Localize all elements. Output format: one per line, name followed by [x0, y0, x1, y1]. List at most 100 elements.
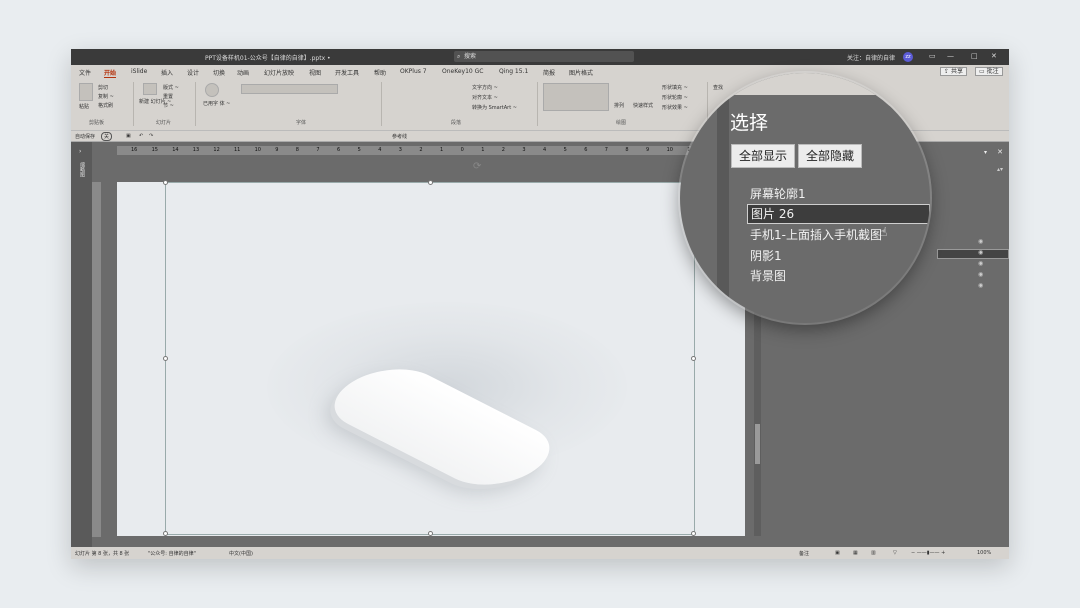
reset-button[interactable]: 重置: [163, 93, 173, 100]
hand-cursor-icon: ☝: [880, 225, 888, 239]
comment-button[interactable]: ▭ 批注: [975, 67, 1003, 76]
visibility-eye-icon[interactable]: ◉: [978, 238, 983, 245]
smartart-button[interactable]: 转换为 SmartArt ~: [472, 104, 517, 111]
tab-help[interactable]: 帮助: [374, 68, 386, 77]
rotate-handle-icon[interactable]: ⟳: [473, 161, 481, 172]
visibility-eye-icon[interactable]: ◉: [978, 249, 983, 256]
tab-view[interactable]: 视图: [309, 68, 321, 77]
guides-checkbox[interactable]: 参考线: [392, 133, 407, 140]
slideshow-icon[interactable]: ▽: [893, 550, 897, 556]
layout-button[interactable]: 版式 ~: [163, 84, 179, 91]
tab-picture-format[interactable]: 图片格式: [569, 68, 593, 77]
resize-handle[interactable]: [691, 356, 696, 361]
format-painter-button[interactable]: 格式刷: [98, 102, 113, 109]
search-box[interactable]: ⌕ 搜索: [454, 51, 634, 62]
minimize-button[interactable]: —: [947, 52, 954, 60]
zoom-level[interactable]: 100%: [977, 550, 991, 556]
show-all-button[interactable]: 全部显示: [731, 144, 796, 168]
tab-briefing[interactable]: 简报: [543, 68, 555, 77]
magnified-ribbon: [680, 73, 930, 95]
resize-handle[interactable]: [163, 356, 168, 361]
align-text-button[interactable]: 对齐文本 ~: [472, 94, 498, 101]
resize-handle[interactable]: [163, 180, 168, 185]
font-format-buttons[interactable]: [241, 100, 338, 108]
font-reuse-icon[interactable]: [205, 83, 219, 97]
resize-handle[interactable]: [691, 531, 696, 536]
undo-icon[interactable]: ↶: [139, 133, 143, 139]
tab-file[interactable]: 文件: [79, 68, 91, 77]
ribbon-display-icon[interactable]: ▭: [929, 52, 936, 60]
font-reuse-button[interactable]: 已用字 体 ~: [203, 100, 230, 107]
reorder-arrows-icon[interactable]: ▴▾: [997, 166, 1003, 173]
ruler-mark: 7: [316, 147, 320, 153]
visibility-eye-icon[interactable]: ◉: [978, 260, 983, 267]
visibility-eye-icon[interactable]: ◉: [978, 271, 983, 278]
ruler-mark: 5: [563, 147, 567, 153]
tab-slideshow[interactable]: 幻灯片放映: [264, 68, 294, 77]
ruler-mark: 14: [172, 147, 179, 153]
selection-item-selected[interactable]: 图片 26: [747, 204, 930, 224]
resize-handle[interactable]: [428, 531, 433, 536]
divider: [195, 82, 196, 126]
new-slide-icon[interactable]: [143, 83, 157, 95]
autosave-toggle[interactable]: 关: [101, 132, 113, 141]
selection-item[interactable]: 背景图: [750, 267, 786, 284]
tab-animations[interactable]: 动画: [237, 68, 249, 77]
paste-icon[interactable]: [79, 83, 93, 101]
hide-all-button[interactable]: 全部隐藏: [798, 144, 863, 168]
ruler-mark: 9: [646, 147, 650, 153]
shapes-gallery[interactable]: [543, 83, 609, 111]
tab-islide[interactable]: iSlide: [131, 68, 147, 75]
tab-onekey[interactable]: OneKey10 GC: [442, 68, 483, 75]
comment-icon: ▭: [979, 68, 985, 75]
text-direction-button[interactable]: 文字方向 ~: [472, 84, 498, 91]
slide-canvas[interactable]: ⟳: [117, 161, 745, 536]
selected-row-highlight: [937, 249, 1009, 259]
drawing-group-label: 绘图: [616, 120, 627, 126]
font-name-select[interactable]: [241, 84, 338, 94]
expand-thumbnails-icon[interactable]: ›: [79, 148, 81, 155]
pane-options-icon[interactable]: ▾: [984, 149, 987, 156]
shape-effects-button[interactable]: 形状效果 ~: [662, 104, 688, 111]
resize-handle[interactable]: [428, 180, 433, 185]
sorter-view-icon[interactable]: ▦: [853, 550, 858, 556]
notes-button[interactable]: 备注: [799, 550, 809, 557]
normal-view-icon[interactable]: ▣: [835, 550, 840, 556]
ruler-mark: 7: [604, 147, 608, 153]
shape-outline-button[interactable]: 形状轮廓 ~: [662, 94, 688, 101]
selection-item[interactable]: 阴影1: [750, 247, 782, 264]
close-button[interactable]: ✕: [991, 52, 997, 60]
tab-developer[interactable]: 开发工具: [335, 68, 359, 77]
visibility-eye-icon[interactable]: ◉: [978, 282, 983, 289]
selection-item[interactable]: 手机1-上面插入手机截图: [750, 226, 882, 243]
arrange-button[interactable]: 排列: [614, 102, 624, 109]
language[interactable]: 中文(中国): [229, 550, 253, 557]
search-label: 搜索: [464, 53, 477, 60]
zoom-slider[interactable]: − ——▮—— +: [911, 550, 945, 556]
pane-close-icon[interactable]: ✕: [997, 148, 1003, 156]
tab-design[interactable]: 设计: [187, 68, 199, 77]
reading-view-icon[interactable]: ▥: [871, 550, 876, 556]
tab-transitions[interactable]: 切换: [213, 68, 225, 77]
ruler-mark: 9: [275, 147, 279, 153]
quick-styles-button[interactable]: 快速样式: [633, 102, 653, 109]
section-button[interactable]: 节 ~: [163, 102, 174, 109]
avatar[interactable]: zz: [903, 52, 913, 62]
cut-button[interactable]: 剪切: [98, 84, 108, 91]
tab-okplus[interactable]: OKPlus 7: [400, 68, 427, 75]
restore-button[interactable]: □: [971, 52, 978, 60]
share-button[interactable]: ⇪ 共享: [940, 67, 967, 76]
tab-home[interactable]: 开始: [104, 68, 117, 78]
ruler-mark: 8: [625, 147, 629, 153]
scrollbar-thumb[interactable]: [755, 424, 760, 464]
save-icon[interactable]: ▣: [126, 133, 131, 139]
redo-icon[interactable]: ↷: [149, 133, 153, 139]
tab-qing[interactable]: Qing 15.1: [499, 68, 528, 75]
paste-button[interactable]: 粘贴: [79, 103, 89, 110]
thumbnail-strip: › 缩略图: [71, 142, 92, 547]
selection-item[interactable]: 屏幕轮廓1: [750, 185, 806, 202]
tab-insert[interactable]: 插入: [161, 68, 173, 77]
ruler-mark: 10: [254, 147, 261, 153]
copy-button[interactable]: 复制 ~: [98, 93, 114, 100]
resize-handle[interactable]: [163, 531, 168, 536]
